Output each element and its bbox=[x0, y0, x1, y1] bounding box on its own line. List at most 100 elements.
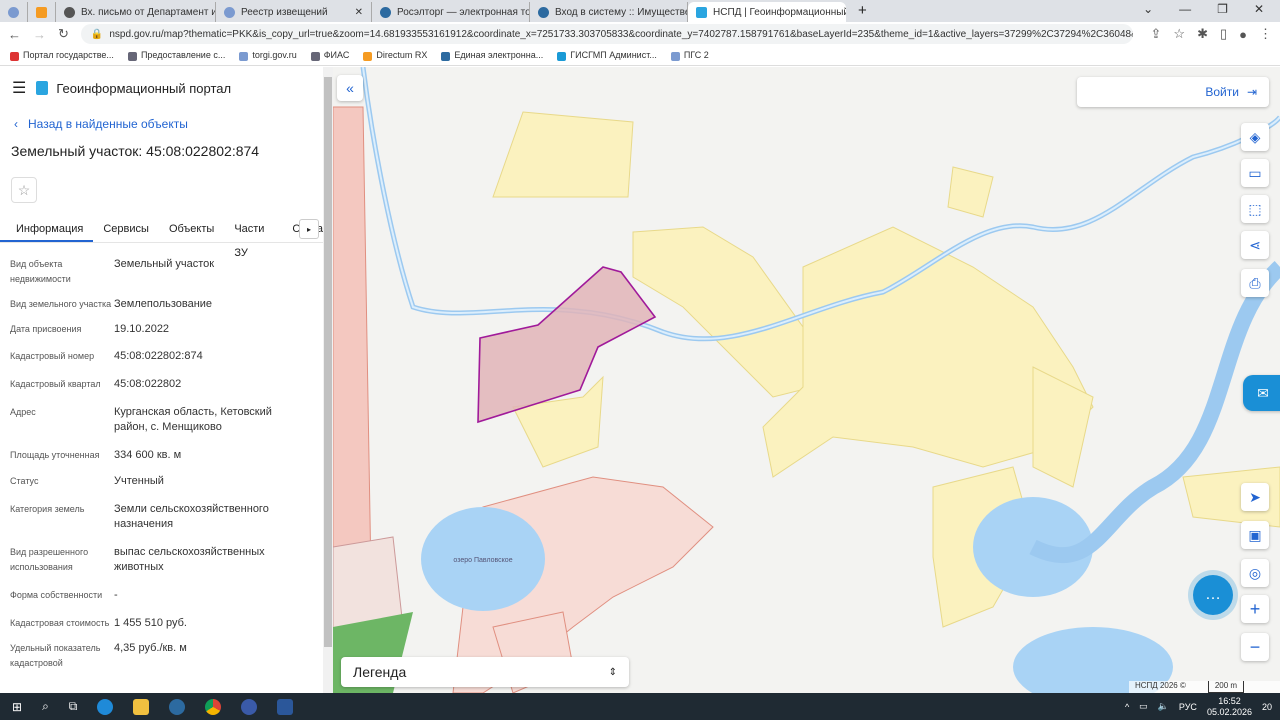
pinned-tab[interactable] bbox=[28, 2, 56, 22]
tab-search-icon[interactable]: ⌄ bbox=[1143, 2, 1153, 16]
new-tab-button[interactable]: + bbox=[846, 2, 879, 22]
hamburger-menu-icon[interactable]: ☰ bbox=[12, 78, 26, 98]
browser-tab[interactable]: Росэлторг — электронная торг✕ bbox=[372, 2, 530, 22]
app-title: Геоинформационный портал bbox=[56, 80, 232, 96]
geolocation-icon[interactable]: ➤ bbox=[1241, 483, 1269, 511]
tab-label: Реестр извещений bbox=[241, 6, 328, 18]
favorite-star-button[interactable]: ☆ bbox=[11, 177, 37, 203]
sidepanel-icon[interactable]: ▯ bbox=[1220, 26, 1227, 42]
tray-chevron-icon[interactable]: ^ bbox=[1125, 702, 1129, 712]
windows-taskbar: ⊞ ⌕ ⧉ ^ ▭ 🔈 РУС 16:52 05.02.2026 20 bbox=[0, 693, 1280, 720]
chevron-left-icon: ‹ bbox=[14, 117, 18, 131]
back-icon[interactable]: ← bbox=[8, 27, 21, 42]
locate-icon[interactable]: ◎ bbox=[1241, 559, 1269, 587]
network-icon[interactable]: ▭ bbox=[1139, 701, 1148, 712]
map-attribution: НСПД 2026 © 200 m bbox=[1129, 681, 1280, 693]
card-tabs: Информация Сервисы Объекты Части ЗУ Сост… bbox=[0, 217, 333, 259]
volume-icon[interactable]: 🔈 bbox=[1158, 701, 1169, 712]
attribute-row: Вид земельного участка Землепользование bbox=[10, 298, 213, 310]
bookmark[interactable]: Directum RX bbox=[363, 50, 427, 61]
zoom-in-button[interactable]: + bbox=[1241, 595, 1269, 623]
search-icon[interactable]: ⌕ bbox=[42, 699, 49, 714]
map-view[interactable]: озеро Павловское « Войти ⇥ ◈ ▭ ⬚ ⋖ ⎙ ✉ ➤ … bbox=[333, 67, 1280, 693]
bookmark[interactable]: ФИАС bbox=[310, 50, 349, 61]
attribute-row: Категория земель Земли сельскохозяйственн… bbox=[10, 503, 269, 530]
scale-bar: 200 m bbox=[1207, 681, 1245, 693]
browser-tab[interactable]: Реестр извещений ✕ bbox=[216, 2, 372, 22]
url-text: nspd.gov.ru/map?thematic=PKK&is_copy_url… bbox=[109, 28, 1133, 40]
task-view-icon[interactable]: ⧉ bbox=[69, 699, 78, 714]
tabs-scroll-right-button[interactable]: ▸ bbox=[299, 219, 319, 239]
bookmark[interactable]: ГИСГМП Админист... bbox=[557, 50, 657, 61]
map-canvas: озеро Павловское bbox=[333, 67, 1280, 693]
bookmark[interactable]: Портал государстве... bbox=[10, 50, 114, 61]
chrome-icon[interactable] bbox=[205, 698, 222, 715]
tab-information[interactable]: Информация bbox=[0, 217, 94, 242]
object-card-panel: ☰ Геоинформационный портал ‹ Назад в найде… bbox=[0, 67, 333, 693]
edge-icon[interactable] bbox=[97, 698, 114, 715]
notifications-badge[interactable]: 20 bbox=[1262, 702, 1272, 712]
panel-scrollbar[interactable] bbox=[323, 67, 333, 693]
pinned-tab[interactable] bbox=[0, 2, 28, 22]
tab-objects[interactable]: Объекты bbox=[159, 217, 224, 242]
tab-services[interactable]: Сервисы bbox=[93, 217, 159, 242]
print-icon[interactable]: ⎙ bbox=[1241, 269, 1269, 297]
bookmark[interactable]: ПГС 2 bbox=[670, 50, 709, 61]
file-explorer-icon[interactable] bbox=[133, 698, 150, 715]
bookmark[interactable]: torgi.gov.ru bbox=[239, 50, 297, 61]
forward-icon[interactable]: → bbox=[33, 27, 46, 42]
browser-tab-active[interactable]: НСПД | Геоинформационный п✕ bbox=[688, 2, 846, 22]
attributes-list: Вид объекта недвижимости Земельный участо… bbox=[0, 243, 333, 671]
lake-label: озеро Павловское bbox=[453, 557, 512, 564]
legend-dropdown[interactable]: Легенда ⇕ bbox=[341, 657, 629, 687]
tab-label: Росэлторг — электронная торг bbox=[397, 6, 530, 18]
minimize-icon[interactable]: — bbox=[1179, 2, 1191, 16]
ruler-icon[interactable]: ▭ bbox=[1241, 159, 1269, 187]
attribute-row: Адрес Курганская область, Кетовский район… bbox=[10, 406, 272, 433]
share-icon[interactable]: ⋖ bbox=[1241, 231, 1269, 259]
chat-support-icon[interactable]: ✉ bbox=[1243, 375, 1280, 411]
zoom-out-button[interactable]: − bbox=[1241, 633, 1269, 661]
browser-tab[interactable]: Вход в систему :: Имущественн✕ bbox=[530, 2, 688, 22]
start-icon[interactable]: ⊞ bbox=[12, 700, 22, 714]
attribute-row: Дата присвоения 19.10.2022 bbox=[10, 323, 170, 335]
selected-parcel bbox=[477, 266, 657, 424]
language-indicator[interactable]: РУС bbox=[1179, 702, 1197, 712]
reload-icon[interactable]: ↻ bbox=[58, 26, 69, 42]
attribute-row: Кадастровый номер 45:08:022802:874 bbox=[10, 350, 203, 362]
browser-tab-bar: Вх. письмо от Департамент иму✕ Реестр из… bbox=[0, 0, 1280, 22]
attribute-row: Форма собственности - bbox=[10, 589, 118, 601]
address-bar-row: ← → ↻ 🔒 nspd.gov.ru/map?thematic=PKK&is_c… bbox=[0, 22, 1280, 46]
portal-logo-icon bbox=[36, 81, 49, 95]
attribute-row: Площадь уточненная 334 600 кв. м bbox=[10, 449, 182, 461]
lock-icon: 🔒 bbox=[90, 28, 104, 40]
word-icon[interactable] bbox=[277, 698, 294, 715]
attribute-row: Удельный показатель кадастровой 4,35 руб.… bbox=[10, 642, 187, 668]
object-title: Земельный участок: 45:08:022802:874 bbox=[11, 143, 260, 159]
close-icon[interactable]: ✕ bbox=[349, 7, 363, 18]
collapse-panel-button[interactable]: « bbox=[337, 75, 363, 101]
bookmark[interactable]: Единая электронна... bbox=[441, 50, 543, 61]
login-icon: ⇥ bbox=[1246, 85, 1257, 99]
attribute-row: Кадастровый квартал 45:08:022802 bbox=[10, 378, 182, 390]
share-icon[interactable]: ⇪ bbox=[1151, 26, 1162, 42]
chat-bubble-icon[interactable]: … bbox=[1193, 575, 1233, 615]
bookmark-star-icon[interactable]: ☆ bbox=[1173, 26, 1185, 42]
profile-icon[interactable]: ● bbox=[1239, 27, 1247, 42]
select-area-icon[interactable]: ⬚ bbox=[1241, 195, 1269, 223]
extensions-icon[interactable]: ✱ bbox=[1197, 26, 1208, 42]
url-input[interactable]: 🔒 nspd.gov.ru/map?thematic=PKK&is_copy_ur… bbox=[80, 24, 1133, 44]
layers-icon[interactable]: ◈ bbox=[1241, 123, 1269, 151]
tab-land-parts[interactable]: Части ЗУ bbox=[224, 217, 282, 259]
minimap-icon[interactable]: ▣ bbox=[1241, 521, 1269, 549]
close-window-icon[interactable]: ✕ bbox=[1254, 2, 1264, 16]
menu-icon[interactable]: ⋮ bbox=[1259, 26, 1272, 42]
app-icon[interactable] bbox=[169, 698, 186, 715]
clock[interactable]: 16:52 05.02.2026 bbox=[1207, 696, 1252, 718]
browser-tab[interactable]: Вх. письмо от Департамент иму✕ bbox=[56, 2, 216, 22]
login-button[interactable]: Войти ⇥ bbox=[1077, 77, 1269, 107]
back-to-results-link[interactable]: ‹ Назад в найденные объекты bbox=[0, 109, 333, 139]
yandex-icon[interactable] bbox=[241, 698, 258, 715]
restore-icon[interactable]: ❐ bbox=[1217, 2, 1228, 16]
bookmark[interactable]: Предоставление с... bbox=[127, 50, 225, 61]
